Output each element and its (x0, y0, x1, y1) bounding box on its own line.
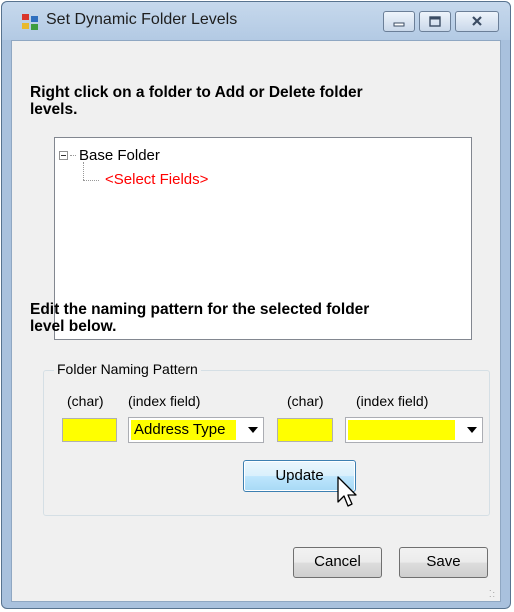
tree-connector (70, 155, 76, 156)
minimize-button[interactable] (383, 11, 415, 32)
edit-instructions-line-2: level below. (30, 318, 117, 335)
tree-node-base-folder[interactable]: Base Folder (59, 147, 160, 164)
window-title: Set Dynamic Folder Levels (46, 11, 238, 28)
char-label-2: (char) (287, 393, 324, 409)
char-label-1: (char) (67, 393, 104, 409)
index-field-select-1-value: Address Type (131, 420, 236, 440)
edit-instructions-line-1: Edit the naming pattern for the selected… (30, 301, 370, 318)
folder-naming-pattern-group: Folder Naming Pattern (char) (index fiel… (43, 361, 490, 516)
char-input-2[interactable] (277, 418, 333, 442)
instructions-line-2: levels. (30, 101, 78, 118)
edit-instructions-text: Edit the naming pattern for the selected… (30, 301, 369, 335)
index-field-select-1[interactable]: Address Type (128, 417, 264, 443)
index-field-select-2[interactable] (345, 417, 483, 443)
instructions-line-1: Right click on a folder to Add or Delete… (30, 84, 363, 101)
instructions-text: Right click on a folder to Add or Delete… (30, 84, 363, 118)
group-legend: Folder Naming Pattern (54, 361, 201, 377)
dialog-body: Right click on a folder to Add or Delete… (11, 40, 501, 602)
chevron-down-icon (248, 427, 258, 433)
tree-node-select-fields[interactable]: <Select Fields> (105, 171, 208, 188)
index-field-label-2: (index field) (356, 393, 429, 409)
maximize-button[interactable] (419, 11, 451, 32)
chevron-down-icon (467, 427, 477, 433)
tree-connector-vertical (83, 162, 84, 180)
close-button[interactable] (455, 11, 499, 32)
maximize-icon (429, 16, 441, 27)
close-icon (472, 16, 482, 26)
index-field-label-1: (index field) (128, 393, 201, 409)
tree-node-base-folder-label: Base Folder (79, 147, 160, 164)
save-button[interactable]: Save (399, 547, 488, 578)
resize-grip-icon[interactable]: ..: (489, 584, 496, 599)
char-input-1[interactable] (62, 418, 117, 442)
minimize-icon (393, 22, 405, 27)
title-bar[interactable]: Set Dynamic Folder Levels (2, 2, 510, 40)
index-field-select-2-value (348, 420, 455, 440)
collapse-icon[interactable] (59, 151, 68, 160)
mouse-pointer-icon (337, 476, 357, 507)
cancel-button[interactable]: Cancel (293, 547, 382, 578)
folder-tree-app-icon (22, 14, 38, 30)
dialog-window: Set Dynamic Folder Levels Right click on… (1, 1, 511, 609)
tree-connector-horizontal (83, 180, 99, 181)
caption-buttons (379, 11, 499, 33)
